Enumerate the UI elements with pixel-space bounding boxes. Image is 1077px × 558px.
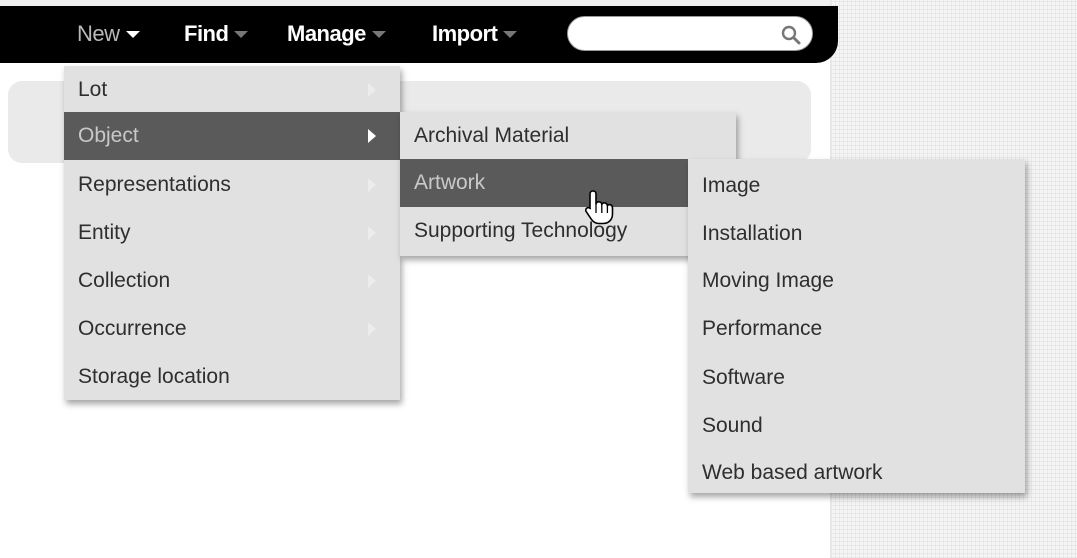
menu-item-software[interactable]: Software <box>688 354 1025 402</box>
chevron-right-icon <box>368 274 376 288</box>
search-box[interactable] <box>567 16 813 51</box>
nav-import-label: Import <box>432 21 498 46</box>
menu-item-archival-material[interactable]: Archival Material <box>400 112 736 160</box>
nav-find[interactable]: Find <box>184 20 249 48</box>
menu-item-label: Performance <box>702 317 823 340</box>
menu-item-label: Occurrence <box>78 317 187 340</box>
menu-item-label: Artwork <box>414 171 486 194</box>
nav-new-label: New <box>77 21 120 46</box>
chevron-right-icon <box>368 322 376 336</box>
menu-item-artwork[interactable]: Artwork <box>400 159 688 207</box>
menu-item-label: Installation <box>702 222 803 245</box>
menu-item-installation[interactable]: Installation <box>688 210 1025 258</box>
menu-item-image[interactable]: Image <box>688 162 1025 210</box>
menu-item-label: Archival Material <box>414 124 570 147</box>
artwork-submenu: Image Installation Moving Image Performa… <box>688 159 1025 493</box>
menu-item-performance[interactable]: Performance <box>688 305 1025 353</box>
menu-item-supporting-technology[interactable]: Supporting Technology <box>400 207 736 255</box>
nav-new[interactable]: New <box>77 20 140 48</box>
menu-item-label: Entity <box>78 221 131 244</box>
menu-item-moving-image[interactable]: Moving Image <box>688 257 1025 305</box>
menu-item-label: Lot <box>78 78 108 101</box>
menu-item-web-based-artwork[interactable]: Web based artwork <box>688 449 1025 497</box>
menu-item-representations[interactable]: Representations <box>64 161 400 209</box>
menu-item-label: Moving Image <box>702 269 834 292</box>
menu-item-label: Software <box>702 366 785 389</box>
search-icon[interactable] <box>779 23 803 47</box>
menu-item-object[interactable]: Object <box>64 112 400 160</box>
chevron-down-icon <box>503 30 518 38</box>
chevron-down-icon <box>125 30 140 38</box>
nav-manage[interactable]: Manage <box>287 20 386 48</box>
menu-item-label: Representations <box>78 173 231 196</box>
chevron-down-icon <box>371 30 386 38</box>
object-submenu: Archival Material Artwork Supporting Tec… <box>400 112 736 256</box>
chevron-right-icon <box>368 226 376 240</box>
chevron-right-icon <box>368 129 376 143</box>
menu-item-label: Object <box>78 124 139 147</box>
menu-item-lot[interactable]: Lot <box>64 66 400 114</box>
menu-item-storage-location[interactable]: Storage location <box>64 353 400 401</box>
search-input[interactable] <box>582 21 776 48</box>
top-navbar: New Find Manage Import <box>0 6 838 63</box>
menu-item-label: Storage location <box>78 365 230 388</box>
menu-item-label: Image <box>702 174 761 197</box>
new-dropdown-menu: Lot Object Representations Entity Collec… <box>64 66 400 400</box>
menu-item-entity[interactable]: Entity <box>64 209 400 257</box>
chevron-down-icon <box>234 30 249 38</box>
hand-pointer-icon <box>584 190 614 225</box>
menu-item-label: Collection <box>78 269 171 292</box>
chevron-right-icon <box>368 83 376 97</box>
chevron-right-icon <box>368 178 376 192</box>
nav-find-label: Find <box>184 21 229 46</box>
menu-item-label: Sound <box>702 414 763 437</box>
menu-item-label: Web based artwork <box>702 461 883 484</box>
nav-import[interactable]: Import <box>432 20 518 48</box>
nav-manage-label: Manage <box>287 21 366 46</box>
menu-item-sound[interactable]: Sound <box>688 402 1025 450</box>
menu-item-occurrence[interactable]: Occurrence <box>64 305 400 353</box>
menu-item-collection[interactable]: Collection <box>64 257 400 305</box>
